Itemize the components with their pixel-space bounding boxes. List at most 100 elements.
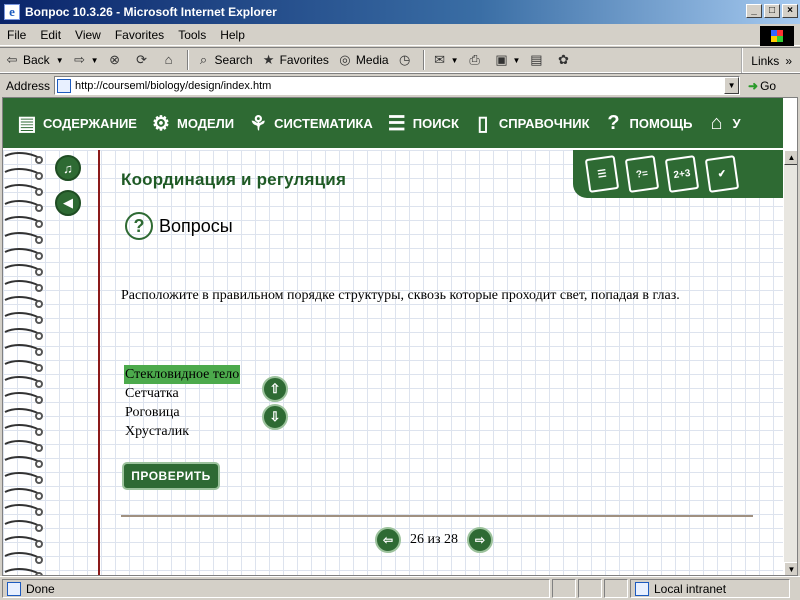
nav-reference-label: СПРАВОЧНИК	[498, 115, 590, 131]
spiral-hole	[35, 204, 43, 212]
question-icon: ?	[607, 111, 620, 134]
page-icon	[57, 78, 72, 93]
spiral-hole	[35, 316, 43, 324]
menu-help[interactable]: Help	[213, 28, 252, 42]
tab-tasks-icon[interactable]: 2+3	[664, 155, 700, 193]
favorites-star-icon: ★	[262, 52, 275, 67]
edit-icon: ▣	[495, 52, 508, 67]
list-item[interactable]: Хрусталик	[124, 422, 240, 441]
media-icon: ◎	[339, 52, 351, 67]
search-button[interactable]: ⌕ Search	[192, 49, 257, 71]
menu-file[interactable]: File	[0, 28, 33, 42]
prev-question-button[interactable]: ⇦	[375, 527, 401, 553]
edit-button[interactable]: ▣ ▼	[490, 49, 525, 71]
window-title-bar: e Вопрос 10.3.26 - Microsoft Internet Ex…	[0, 0, 800, 24]
menu-tools[interactable]: Tools	[171, 28, 213, 42]
list-item[interactable]: Роговица	[124, 403, 240, 422]
close-button[interactable]: ×	[782, 4, 798, 18]
back-button[interactable]: ⇦ Back ▼	[0, 49, 68, 71]
refresh-button[interactable]: ⟳	[130, 49, 157, 71]
spiral-hole	[35, 556, 43, 564]
go-button[interactable]: ➜ Go	[748, 79, 776, 93]
mail-button[interactable]: ✉ ▼	[428, 49, 463, 71]
toolbar-separator	[186, 50, 189, 70]
nav-search-label: ПОИСК	[412, 115, 459, 131]
maximize-button[interactable]: □	[764, 4, 780, 18]
stop-button[interactable]: ⊗	[103, 49, 130, 71]
margin-line	[98, 150, 100, 575]
scroll-up-button[interactable]: ▲	[784, 150, 797, 165]
messenger-button[interactable]: ✿	[551, 49, 578, 71]
nav-systematics-label: СИСТЕМАТИКА	[274, 115, 373, 131]
tab-questions-icon[interactable]: ?=	[624, 155, 660, 193]
spiral-hole	[35, 380, 43, 388]
pager: ⇦ 26 из 28 ⇨	[375, 527, 494, 553]
standard-toolbar: ⇦ Back ▼ ⇨ ▼ ⊗ ⟳ ⌂ ⌕ Search ★ Favorites …	[0, 47, 800, 74]
favorites-label: Favorites	[279, 53, 329, 67]
divider	[121, 515, 753, 517]
nav-reference[interactable]: ▯ СПРАВОЧНИК	[471, 109, 590, 137]
favorites-button[interactable]: ★ Favorites	[257, 49, 333, 71]
address-bar: Address http://courseml/biology/design/i…	[0, 73, 800, 97]
back-label: Back	[23, 53, 50, 67]
sound-toggle-button[interactable]: ♫	[55, 155, 81, 181]
gears-icon: ⚙	[152, 112, 170, 135]
nav-contents[interactable]: ▤ СОДЕРЖАНИЕ	[15, 109, 137, 137]
links-toolbar[interactable]: Links »	[741, 48, 800, 74]
nav-models-label: МОДЕЛИ	[176, 115, 235, 131]
spiral-hole	[35, 428, 43, 436]
address-dropdown-icon[interactable]: ▼	[724, 77, 740, 94]
forward-button[interactable]: ⇨ ▼	[68, 49, 103, 71]
list-item[interactable]: Стекловидное тело	[124, 365, 241, 384]
spiral-hole	[35, 268, 43, 276]
page-done-icon	[7, 581, 21, 596]
spiral-hole	[35, 252, 43, 260]
status-cell	[604, 579, 628, 598]
edit-dropdown-icon[interactable]: ▼	[513, 56, 521, 65]
back-dropdown-icon[interactable]: ▼	[56, 56, 64, 65]
spiral-hole	[35, 172, 43, 180]
nav-more-label: У	[732, 115, 741, 131]
forward-dropdown-icon[interactable]: ▼	[91, 56, 99, 65]
tab-test-icon[interactable]: ✔	[704, 155, 740, 193]
tree-icon: ⚘	[249, 112, 268, 135]
vertical-scrollbar[interactable]: ▲ ▼	[783, 150, 797, 575]
history-button[interactable]: ◷	[393, 49, 420, 71]
spiral-hole	[35, 332, 43, 340]
home-button[interactable]: ⌂	[157, 49, 184, 71]
next-question-button[interactable]: ⇨	[467, 527, 494, 553]
address-input[interactable]: http://courseml/biology/design/index.htm…	[54, 76, 741, 95]
back-arrow-icon: ⇦	[6, 52, 18, 67]
nav-systematics[interactable]: ⚘ СИСТЕМАТИКА	[246, 109, 373, 137]
notebook-icon: ▤	[17, 112, 37, 135]
nav-more[interactable]: ⌂ У	[705, 109, 741, 137]
move-up-button[interactable]: ⇧	[262, 376, 288, 402]
discuss-button[interactable]: ▤	[524, 49, 551, 71]
tab-theory-icon[interactable]: ☰	[584, 155, 620, 193]
page-viewport: ▤ СОДЕРЖАНИЕ ⚙ МОДЕЛИ ⚘ СИСТЕМАТИКА ☰ ПО…	[2, 97, 798, 576]
mail-dropdown-icon[interactable]: ▼	[451, 56, 459, 65]
media-button[interactable]: ◎ Media	[333, 49, 393, 71]
menu-favorites[interactable]: Favorites	[108, 28, 171, 42]
spiral-hole	[35, 444, 43, 452]
print-button[interactable]: ⎙	[463, 49, 490, 71]
spiral-hole	[35, 300, 43, 308]
minimize-button[interactable]: _	[746, 4, 762, 18]
spiral-hole	[35, 508, 43, 516]
scroll-down-button[interactable]: ▼	[784, 562, 797, 575]
spiral-hole	[35, 188, 43, 196]
mute-button[interactable]: ◀	[55, 190, 81, 216]
move-down-button[interactable]: ⇩	[262, 404, 288, 430]
search-label: Search	[214, 53, 253, 67]
task-text: Расположите в правильном порядке структу…	[121, 288, 680, 303]
menu-view[interactable]: View	[68, 28, 108, 42]
security-zone-cell: Local intranet	[630, 579, 790, 598]
nav-help[interactable]: ? ПОМОЩЬ	[602, 109, 692, 137]
spiral-binding	[4, 152, 43, 575]
list-item[interactable]: Сетчатка	[124, 384, 240, 403]
status-cell	[552, 579, 576, 598]
check-button[interactable]: ПРОВЕРИТЬ	[122, 462, 220, 490]
nav-search[interactable]: ☰ ПОИСК	[385, 109, 459, 137]
nav-models[interactable]: ⚙ МОДЕЛИ	[149, 109, 234, 137]
menu-edit[interactable]: Edit	[33, 28, 68, 42]
